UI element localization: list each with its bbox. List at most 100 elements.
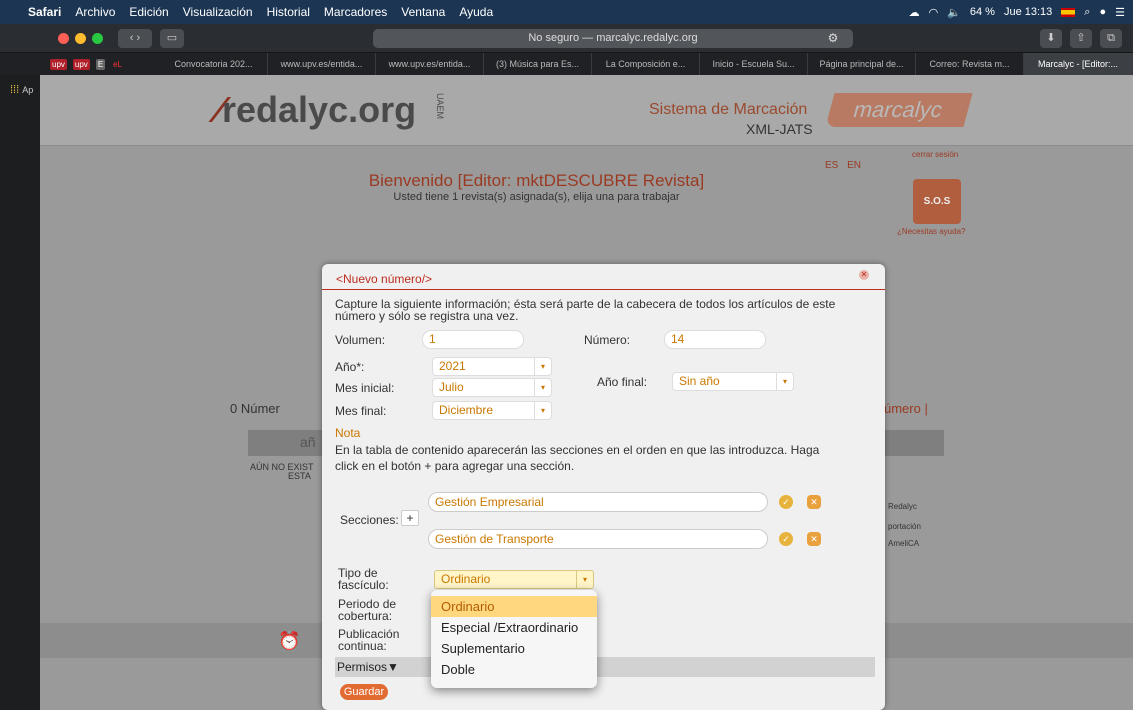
help-link[interactable]: ¿Necesitas ayuda? (897, 227, 965, 236)
browser-sidebar: ⁞⁞⁞ Ap (0, 75, 40, 710)
gear-icon[interactable]: ⚙ (822, 29, 844, 48)
chevron-down-icon: ▾ (534, 402, 551, 419)
language-switch[interactable]: ES EN (825, 160, 861, 171)
tipo-fasciculo-label: Tipo de fascículo: (338, 566, 389, 592)
option-doble[interactable]: Doble (431, 659, 597, 680)
section-input-2[interactable]: Gestión de Transporte (428, 529, 768, 549)
mes-final-label: Mes final: (335, 404, 387, 418)
bg-amelica: AmeliCA (888, 539, 920, 548)
uaem-label: UAEM (435, 92, 446, 120)
tab-marcalyc[interactable]: Marcalyc - [Editor:... (1024, 53, 1133, 75)
favorite-upv-2[interactable]: upv (72, 58, 90, 70)
mes-inicial-select[interactable]: Julio ▾ (432, 378, 552, 397)
zoom-window-icon[interactable] (92, 33, 103, 44)
numero-label: Número: (584, 333, 631, 347)
tab-inicio[interactable]: Inicio - Escuela Su... (700, 53, 808, 75)
bg-portacion: portación (888, 522, 921, 531)
close-icon[interactable]: ✕ (859, 270, 869, 280)
ano-select[interactable]: 2021 ▾ (432, 357, 552, 376)
back-forward-button[interactable]: ‹ › (118, 29, 152, 48)
tab-composicion[interactable]: La Composición e... (592, 53, 700, 75)
option-especial[interactable]: Especial /Extraordinario (431, 617, 597, 638)
siri-icon[interactable]: ● (1099, 6, 1106, 18)
tab-bar: upv upv E eL Convocatoria 202... www.upv… (0, 53, 1133, 75)
search-icon[interactable]: ⌕ (1084, 6, 1090, 19)
tab-correo[interactable]: Correo: Revista m... (916, 53, 1024, 75)
tipo-fasciculo-value: Ordinario (441, 572, 491, 586)
numero-input[interactable]: 14 (664, 330, 766, 349)
volumen-label: Volumen: (335, 333, 386, 347)
nota-label: Nota (335, 426, 361, 440)
volume-icon[interactable]: 🔈 (947, 6, 961, 19)
section-input-1[interactable]: Gestión Empresarial (428, 492, 768, 512)
flag-icon[interactable] (1061, 7, 1076, 17)
logo-text: redalyc.org (222, 89, 417, 130)
add-section-button[interactable]: + (401, 510, 419, 526)
nota-text: En la tabla de contenido aparecerán las … (335, 443, 820, 473)
mes-final-value: Diciembre (439, 403, 494, 417)
clock[interactable]: Jue 13:13 (1004, 6, 1052, 18)
delete-section-icon[interactable]: ✕ (807, 495, 821, 509)
menu-app-name[interactable]: Safari (28, 5, 61, 19)
option-suplementario[interactable]: Suplementario (431, 638, 597, 659)
confirm-section-icon[interactable]: ✓ (779, 532, 793, 546)
menu-visualizacion[interactable]: Visualización (183, 5, 253, 19)
share-icon[interactable]: ⇧ (1070, 29, 1092, 48)
mes-final-select[interactable]: Diciembre ▾ (432, 401, 552, 420)
browser-toolbar: ‹ › ▭ No seguro — marcalyc.redalyc.org ⚙… (0, 24, 1133, 53)
close-window-icon[interactable] (58, 33, 69, 44)
minimize-window-icon[interactable] (75, 33, 86, 44)
logout-link[interactable]: cerrar sesión (912, 150, 958, 159)
periodo-cobertura-label: Periodo de cobertura: (338, 597, 397, 623)
xml-jats-label: XML-JATS (746, 121, 813, 137)
alarm-icon: ⏰ (278, 631, 301, 651)
permisos-toggle[interactable]: Permisos▼ (335, 657, 875, 677)
bg-ano: añ (300, 434, 316, 450)
option-ordinario[interactable]: Ordinario (431, 596, 597, 617)
bg-numero-left: 0 Númer (230, 401, 280, 416)
wifi-icon[interactable]: ◠ (929, 6, 939, 19)
download-icon[interactable]: ⬇ (1040, 29, 1062, 48)
volumen-input[interactable]: 1 (422, 330, 524, 349)
confirm-section-icon[interactable]: ✓ (779, 495, 793, 509)
mes-inicial-value: Julio (439, 380, 464, 394)
ano-value: 2021 (439, 359, 466, 373)
sidebar-toggle-icon[interactable]: ▭ (160, 29, 184, 48)
menu-ayuda[interactable]: Ayuda (459, 5, 493, 19)
mes-inicial-label: Mes inicial: (335, 381, 395, 395)
menu-ventana[interactable]: Ventana (401, 5, 445, 19)
sos-help-icon[interactable]: S.O.S (913, 179, 961, 224)
menu-marcadores[interactable]: Marcadores (324, 5, 387, 19)
tab-convocatoria[interactable]: Convocatoria 202... (160, 53, 268, 75)
apps-icon[interactable]: ⁞⁞⁞ Ap (0, 75, 40, 96)
favorite-upv-1[interactable]: upv (50, 58, 67, 70)
menu-archivo[interactable]: Archivo (75, 5, 115, 19)
redalyc-logo[interactable]: ⁄redalyc.org (216, 89, 416, 131)
tab-pagina-principal[interactable]: Página principal de... (808, 53, 916, 75)
tab-upv-2[interactable]: www.upv.es/entida... (376, 53, 484, 75)
menu-historial[interactable]: Historial (267, 5, 310, 19)
sistema-title: Sistema de Marcación (649, 101, 808, 118)
ano-final-select[interactable]: Sin año ▾ (672, 372, 794, 391)
favorite-el[interactable]: eL (111, 59, 124, 70)
menu-edicion[interactable]: Edición (129, 5, 168, 19)
control-center-icon[interactable]: ☰ (1115, 6, 1125, 19)
nuevo-numero-dialog: <Nuevo número/> ✕ Capture la siguiente i… (322, 264, 885, 710)
chevron-down-icon: ▾ (576, 571, 593, 588)
address-bar[interactable]: No seguro — marcalyc.redalyc.org (373, 29, 853, 48)
battery-level[interactable]: 64 % (970, 6, 995, 18)
tab-upv-1[interactable]: www.upv.es/entida... (268, 53, 376, 75)
tabs-overview-icon[interactable]: ⧉ (1100, 29, 1122, 48)
cloud-icon[interactable]: ☁ (909, 6, 920, 19)
delete-section-icon[interactable]: ✕ (807, 532, 821, 546)
dialog-title: <Nuevo número/> (322, 264, 885, 290)
tipo-fasciculo-select[interactable]: Ordinario ▾ (434, 570, 594, 589)
bg-numero-right: úmero | (884, 401, 928, 416)
guardar-button[interactable]: Guardar (340, 684, 388, 700)
dialog-intro: Capture la siguiente información; ésta s… (335, 297, 836, 323)
favorite-e[interactable]: E (95, 58, 106, 70)
secciones-label: Secciones: (340, 513, 399, 527)
tab-musica[interactable]: (3) Música para Es... (484, 53, 592, 75)
site-header: ⁄redalyc.org UAEM Sistema de Marcación X… (40, 75, 1133, 146)
ano-final-value: Sin año (679, 374, 720, 388)
